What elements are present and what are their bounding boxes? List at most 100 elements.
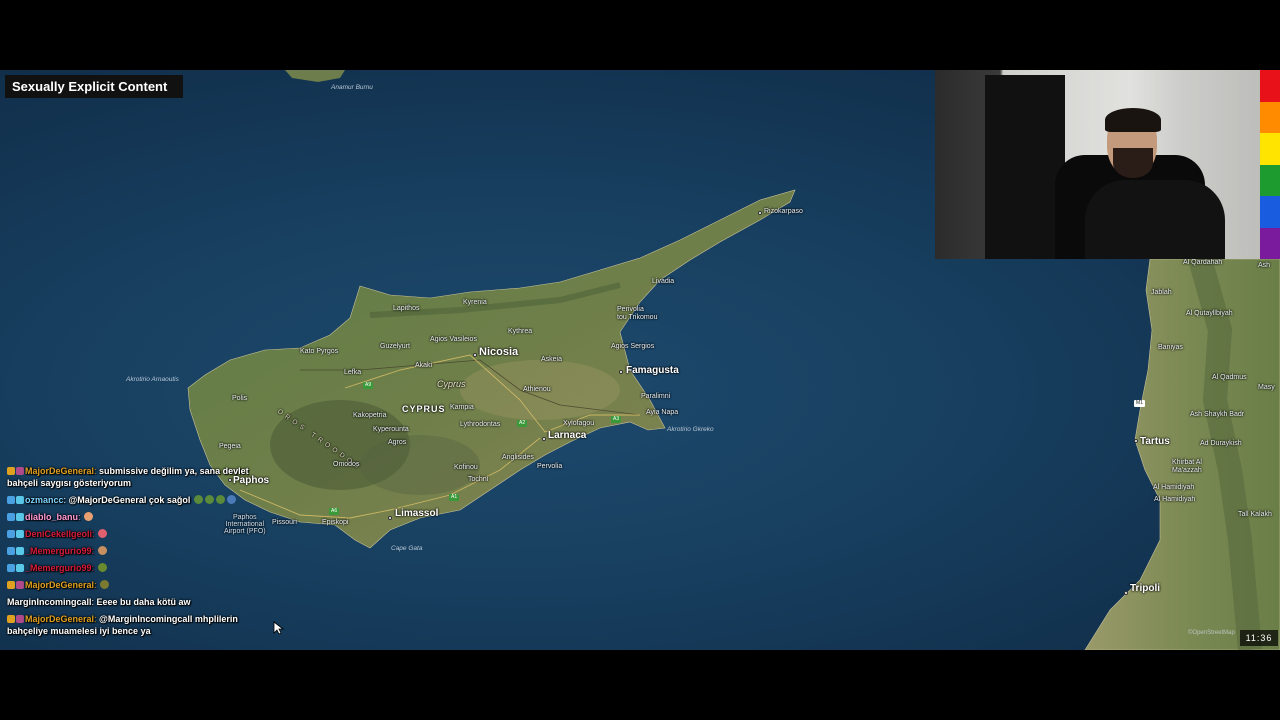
badge-icon bbox=[16, 467, 24, 475]
webcam-streamer-hair bbox=[1105, 108, 1161, 132]
badge-icon bbox=[7, 615, 15, 623]
emote-icon bbox=[97, 546, 107, 555]
label-cyprus-region: Cyprus bbox=[437, 379, 466, 389]
badge-icon bbox=[16, 547, 24, 555]
label-agros: Agros bbox=[388, 439, 407, 446]
rainbow-flag-bar bbox=[1260, 70, 1280, 259]
chat-username: ozmancc bbox=[25, 495, 64, 505]
label-ayia-napa: Ayia Napa bbox=[646, 409, 679, 416]
chat-message: _Memergurio99: bbox=[7, 562, 272, 574]
chat-overlay: MajorDeGeneral: submissive değilim ya, s… bbox=[7, 465, 272, 642]
rainbow-stripe-orange bbox=[1260, 101, 1280, 133]
label-jablah: Jablah bbox=[1151, 289, 1172, 296]
label-kofinou: Kofinou bbox=[454, 464, 478, 471]
label-kythrea: Kythrea bbox=[508, 328, 533, 335]
label-famagusta: Famagusta bbox=[626, 365, 679, 376]
label-limassol: Limassol bbox=[395, 508, 439, 519]
badge-icon bbox=[7, 547, 15, 555]
label-omodos: Omodos bbox=[333, 461, 360, 468]
label-nicosia: Nicosia bbox=[479, 346, 519, 358]
letterbox-bottom bbox=[0, 650, 1280, 720]
chat-message: ozmancc: @MajorDeGeneral çok sağol bbox=[7, 494, 272, 506]
label-tripoli: Tripoli bbox=[1130, 583, 1160, 594]
label-kampia: Kampia bbox=[450, 404, 474, 411]
label-cape-gata: Cape Gata bbox=[391, 545, 423, 552]
chat-text: Eeee bu daha kötü aw bbox=[96, 597, 191, 607]
label-anamur: Anamur Burnu bbox=[331, 84, 373, 91]
chat-username: MajorDeGeneral bbox=[25, 466, 95, 476]
city-dot bbox=[542, 437, 546, 441]
label-kyrenia: Kyrenia bbox=[463, 299, 487, 306]
label-akaki: Akaki bbox=[415, 362, 433, 369]
label-kato-pyrgos: Kato Pyrgos bbox=[300, 348, 339, 355]
label-pervolia: Pervolia bbox=[537, 463, 563, 470]
chat-username: MajorDeGeneral bbox=[25, 580, 95, 590]
label-al-qardahah: Al Qardahah bbox=[1183, 259, 1223, 266]
label-paralimni: Paralimni bbox=[641, 393, 671, 400]
label-baniyas: Baniyas bbox=[1158, 344, 1183, 351]
chat-message: DeniCekellgeoli: bbox=[7, 528, 272, 540]
badge-icon bbox=[16, 581, 24, 589]
city-dot bbox=[1124, 591, 1128, 595]
label-lythrodontas: Lythrodontas bbox=[460, 421, 501, 428]
label-al-hamidiyah-2: Al Hamidiyah bbox=[1154, 496, 1196, 503]
webcam-feed bbox=[935, 70, 1260, 259]
label-perivolia: Perivolia tou Trikomou bbox=[617, 306, 658, 321]
emote-icon bbox=[193, 495, 203, 504]
label-masyaf: Masy bbox=[1258, 384, 1275, 391]
label-guzelyurt: Guzelyurt bbox=[380, 343, 410, 350]
chat-separator: : bbox=[91, 563, 97, 573]
chat-message: MajorDeGeneral: submissive değilim ya, s… bbox=[7, 465, 272, 489]
badge-icon bbox=[7, 530, 15, 538]
emote-icon bbox=[98, 529, 108, 538]
label-ash: Ash bbox=[1258, 262, 1271, 269]
label-kakopetria: Kakopetria bbox=[353, 412, 387, 419]
emote-icon bbox=[84, 512, 94, 521]
badge-icon bbox=[16, 513, 24, 521]
emote-icon bbox=[97, 563, 107, 572]
chat-separator: : bbox=[78, 512, 84, 522]
road-a2-badge: A2 bbox=[517, 420, 528, 427]
badge-icon bbox=[7, 581, 15, 589]
chat-message: diablo_banu: bbox=[7, 511, 272, 523]
label-tartus: Tartus bbox=[1140, 436, 1170, 447]
webcam-streamer-body bbox=[1085, 180, 1225, 259]
road-a6-badge: A6 bbox=[329, 508, 340, 515]
badge-icon bbox=[16, 564, 24, 572]
label-larnaca: Larnaca bbox=[548, 430, 587, 441]
road-a1-badge: A1 bbox=[449, 494, 460, 501]
label-xylofagou: Xylofagou bbox=[563, 420, 595, 427]
emote-icon bbox=[204, 495, 214, 504]
chat-username: _Memergurio99 bbox=[25, 563, 92, 573]
emote-icon bbox=[100, 580, 110, 589]
webcam-background-door bbox=[985, 75, 1065, 259]
road-m1-badge: M1 bbox=[1134, 400, 1145, 407]
road-a9-badge: A9 bbox=[363, 382, 374, 389]
label-episkopi: Episkopi bbox=[322, 519, 349, 526]
label-pissouri: Pissouri bbox=[272, 519, 297, 526]
label-polis: Polis bbox=[232, 395, 248, 402]
clock-time: 11:36 bbox=[1240, 630, 1278, 646]
mouse-cursor-icon bbox=[273, 621, 285, 635]
rainbow-stripe-yellow bbox=[1260, 133, 1280, 165]
rainbow-stripe-blue bbox=[1260, 196, 1280, 228]
badge-icon bbox=[7, 496, 15, 504]
label-al-qadmus: Al Qadmus bbox=[1212, 374, 1247, 381]
chat-username: DeniCekellgeoli bbox=[25, 529, 93, 539]
chat-message: MajorDeGeneral: bbox=[7, 579, 272, 591]
label-livadia: Livadia bbox=[652, 278, 675, 285]
letterbox-top bbox=[0, 0, 1280, 70]
chat-text: @MajorDeGeneral çok sağol bbox=[68, 495, 191, 505]
label-al-hamidiyah: Al Hamidiyah bbox=[1153, 484, 1195, 491]
chat-separator: : bbox=[92, 529, 98, 539]
label-cyprus-country: CYPRUS bbox=[402, 404, 446, 414]
city-dot bbox=[758, 211, 762, 215]
chat-message: MajorDeGeneral: @MarginIncomingcall mhpl… bbox=[7, 613, 272, 637]
label-al-qutayllbiyah: Al Qutayllbiyah bbox=[1186, 310, 1233, 317]
label-anglisides: Anglisides bbox=[502, 454, 534, 461]
chat-username: diablo_banu bbox=[25, 512, 79, 522]
label-ash-shaykh-badr: Ash Shaykh Badr bbox=[1190, 411, 1245, 418]
label-rizokarpaso: Rizokarpaso bbox=[764, 208, 803, 215]
label-agios-sergios: Agios Sergios bbox=[611, 343, 655, 350]
rainbow-stripe-red bbox=[1260, 70, 1280, 102]
